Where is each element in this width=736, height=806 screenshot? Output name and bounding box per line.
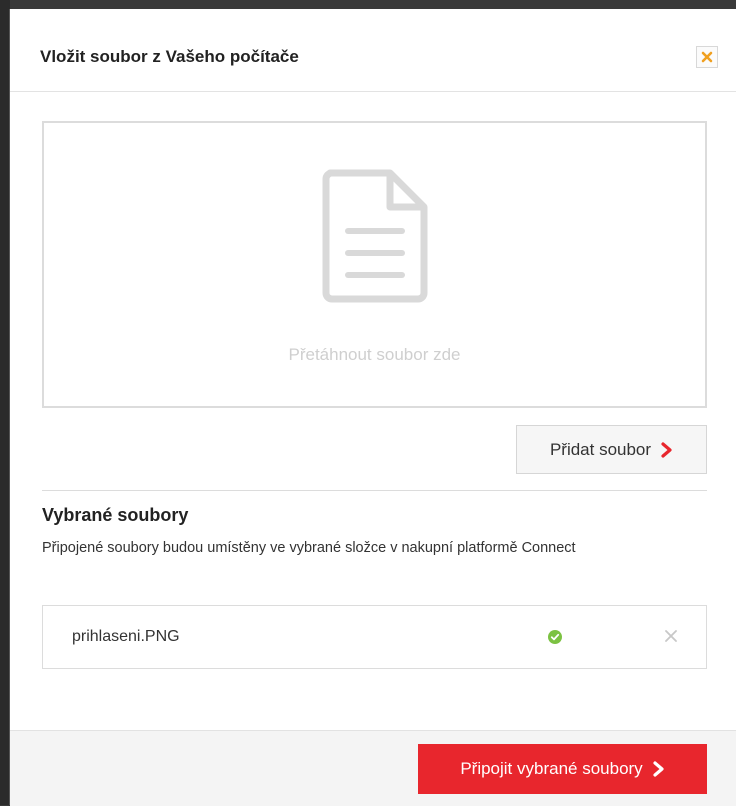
upload-dialog: Vložit soubor z Vašeho počítače Přetáhno…	[9, 9, 736, 806]
remove-file-icon[interactable]	[664, 629, 678, 643]
document-icon	[322, 169, 428, 303]
close-icon	[701, 51, 713, 63]
file-name: prihlaseni.PNG	[72, 628, 180, 645]
drop-zone[interactable]: Přetáhnout soubor zde	[42, 121, 707, 408]
chevron-right-icon	[661, 441, 672, 458]
attach-selected-files-button[interactable]: Připojit vybrané soubory	[418, 744, 707, 794]
dialog-header: Vložit soubor z Vašeho počítače	[10, 9, 736, 92]
close-button[interactable]	[696, 46, 718, 68]
check-circle-icon	[548, 630, 562, 644]
dialog-footer: Připojit vybrané soubory	[10, 730, 736, 806]
file-row: prihlaseni.PNG	[42, 605, 707, 669]
chevron-right-icon	[653, 761, 664, 777]
dialog-title: Vložit soubor z Vašeho počítače	[40, 47, 299, 66]
selected-files-description: Připojené soubory budou umístěny ve vybr…	[42, 540, 576, 556]
section-divider	[42, 490, 707, 491]
attach-selected-files-label: Připojit vybrané soubory	[460, 759, 643, 778]
add-file-label: Přidat soubor	[549, 439, 652, 459]
drop-zone-text: Přetáhnout soubor zde	[288, 345, 461, 364]
add-file-button[interactable]: Přidat soubor	[516, 425, 707, 474]
selected-files-heading: Vybrané soubory	[42, 505, 189, 525]
